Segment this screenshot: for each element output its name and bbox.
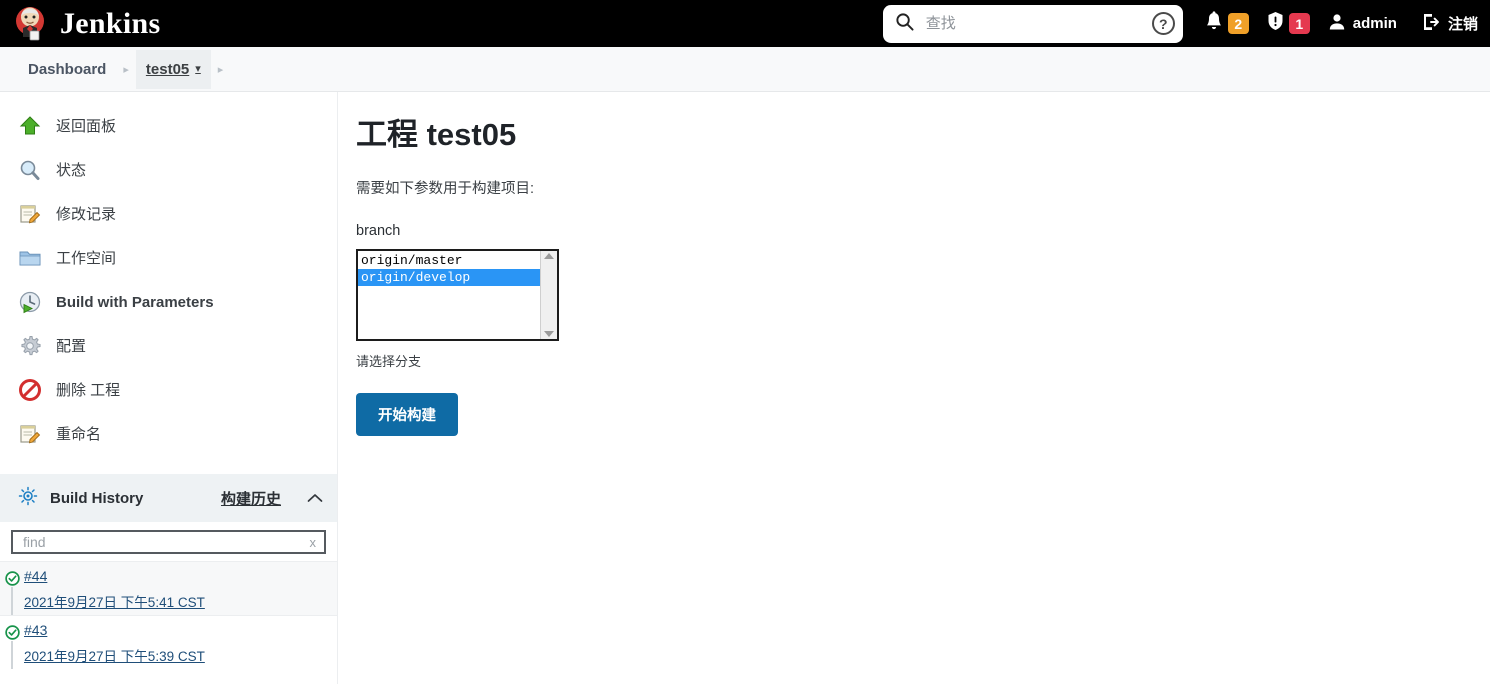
notifications-count-badge: 2: [1227, 13, 1249, 34]
sidebar-item-workspace[interactable]: 工作空间: [0, 236, 337, 280]
shield-alert-icon: [1267, 11, 1284, 36]
parameter-name-label: branch: [356, 222, 401, 239]
security-warnings-button[interactable]: 1: [1267, 11, 1310, 36]
breadcrumb: Dashboard ▸ test05 ▾ ▸: [0, 47, 1490, 92]
clear-find-icon[interactable]: x: [310, 535, 317, 550]
search-input[interactable]: [923, 14, 1152, 33]
build-history-row[interactable]: #43 2021年9月27日 下午5:39 CST: [0, 615, 337, 669]
sidebar-item-label: 重命名: [56, 425, 102, 443]
sidebar-item-build-with-parameters[interactable]: Build with Parameters: [0, 280, 337, 324]
security-count-badge: 1: [1288, 13, 1310, 34]
weather-sun-icon: [18, 486, 38, 510]
user-name-label: admin: [1352, 15, 1397, 32]
start-build-button[interactable]: 开始构建: [356, 392, 458, 436]
parameters-intro-text: 需要如下参数用于构建项目:: [356, 180, 535, 197]
build-history-header[interactable]: Build History 构建历史: [0, 474, 337, 522]
parameter-description: 请选择分支: [356, 353, 422, 369]
success-check-icon: [5, 625, 20, 640]
sidebar-item-label: Build with Parameters: [56, 293, 214, 311]
sidebar-item-label: 删除 工程: [56, 381, 121, 399]
clock-play-icon: [18, 290, 42, 314]
sidebar: 返回面板 状态 修改记录 工作空间 Build with Parameters …: [0, 92, 338, 684]
folder-icon: [18, 246, 42, 270]
build-history-find-row: x: [0, 522, 337, 561]
build-number-link[interactable]: #44: [24, 568, 47, 584]
sidebar-item-configure[interactable]: 配置: [0, 324, 337, 368]
notifications-button[interactable]: 2: [1205, 11, 1249, 36]
scroll-up-arrow-icon[interactable]: [544, 252, 554, 259]
branch-option-origin-master[interactable]: origin/master: [358, 252, 540, 269]
sidebar-item-rename[interactable]: 重命名: [0, 412, 337, 456]
breadcrumb-dashboard-label: Dashboard: [28, 60, 107, 78]
sidebar-item-back-to-dashboard[interactable]: 返回面板: [0, 104, 337, 148]
branch-listbox-scrollbar[interactable]: [540, 250, 557, 339]
sidebar-item-delete-project[interactable]: 删除 工程: [0, 368, 337, 412]
page-title: 工程 test05: [356, 117, 517, 152]
build-history-link[interactable]: 构建历史: [221, 488, 281, 509]
logout-button[interactable]: 注销: [1421, 12, 1478, 36]
app-header: Jenkins ? 2: [0, 0, 1490, 47]
build-history-find-box[interactable]: x: [11, 530, 326, 554]
breadcrumb-item-dashboard[interactable]: Dashboard: [18, 50, 116, 89]
magnifier-icon: [18, 158, 42, 182]
build-number-link[interactable]: #43: [24, 622, 47, 638]
chevron-up-icon[interactable]: [307, 491, 323, 506]
notepad-pencil-icon: [18, 422, 42, 446]
breadcrumb-test05-label: test05: [145, 60, 190, 78]
breadcrumb-item-test05[interactable]: test05 ▾: [135, 49, 211, 89]
sidebar-item-status[interactable]: 状态: [0, 148, 337, 192]
branch-option-origin-develop[interactable]: origin/develop: [358, 268, 540, 286]
jenkins-brand-link[interactable]: Jenkins: [10, 4, 160, 44]
logout-label: 注销: [1447, 16, 1478, 33]
branch-listbox-options[interactable]: origin/master origin/develop: [358, 251, 540, 339]
build-timestamp-link[interactable]: 2021年9月27日 下午5:39 CST: [24, 645, 337, 665]
breadcrumb-separator-icon-2: ▸: [217, 63, 224, 76]
sidebar-item-label: 返回面板: [56, 117, 117, 135]
notepad-pencil-icon: [18, 202, 42, 226]
chevron-down-icon[interactable]: ▾: [195, 63, 201, 75]
sidebar-item-label: 状态: [56, 161, 87, 179]
up-arrow-green-icon: [18, 114, 42, 138]
person-icon: [1328, 13, 1346, 35]
gear-icon: [18, 334, 42, 358]
scroll-down-arrow-icon[interactable]: [544, 330, 554, 337]
build-connector-line: [11, 587, 13, 615]
bell-icon: [1205, 11, 1223, 36]
build-timestamp-link[interactable]: 2021年9月27日 下午5:41 CST: [24, 591, 337, 611]
header-right-group: ? 2 1: [882, 0, 1478, 47]
logout-arrow-icon: [1421, 12, 1441, 36]
build-history-title: Build History: [50, 489, 144, 507]
branch-listbox[interactable]: origin/master origin/develop: [356, 248, 559, 341]
jenkins-butler-icon: [10, 4, 50, 44]
help-circle-icon[interactable]: ?: [1151, 12, 1175, 35]
sidebar-item-label: 修改记录: [56, 205, 117, 223]
page-body: 返回面板 状态 修改记录 工作空间 Build with Parameters …: [0, 92, 1490, 684]
search-icon: [895, 12, 914, 36]
delete-forbidden-icon: [18, 378, 42, 402]
build-history-row[interactable]: #44 2021年9月27日 下午5:41 CST: [0, 561, 337, 615]
main-content: 工程 test05 需要如下参数用于构建项目: branch origin/ma…: [338, 92, 1490, 684]
sidebar-item-label: 工作空间: [56, 249, 117, 267]
breadcrumb-separator-icon: ▸: [123, 63, 129, 76]
search-box[interactable]: ?: [882, 4, 1183, 43]
sidebar-item-label: 配置: [56, 337, 87, 355]
build-history-find-input[interactable]: [21, 533, 310, 551]
user-menu-button[interactable]: admin: [1328, 13, 1397, 35]
brand-title: Jenkins: [60, 6, 161, 40]
sidebar-item-changes[interactable]: 修改记录: [0, 192, 337, 236]
success-check-icon: [5, 571, 20, 586]
build-connector-line: [11, 641, 13, 669]
